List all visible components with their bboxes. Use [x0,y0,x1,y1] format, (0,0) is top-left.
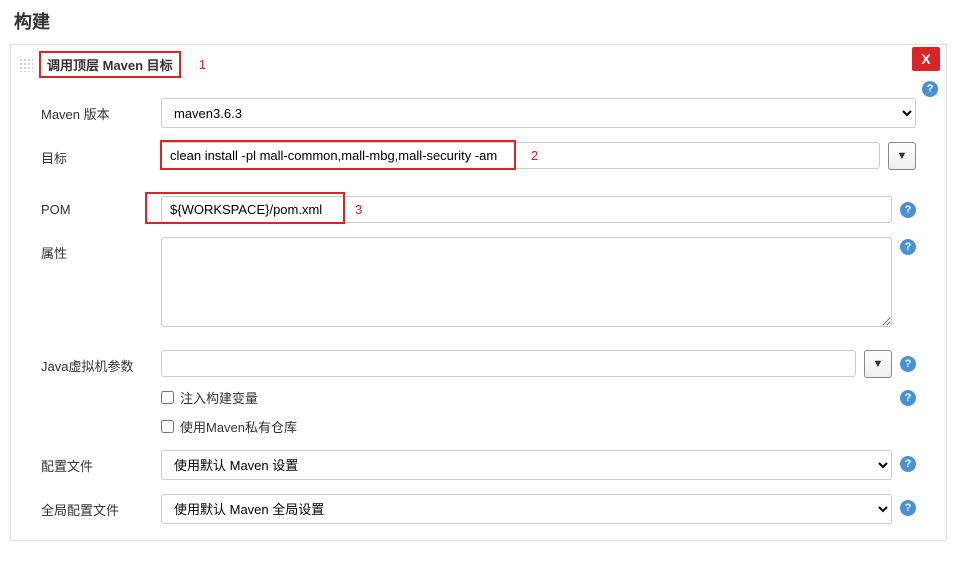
label-properties: 属性 [41,237,161,262]
label-jvm: Java虚拟机参数 [41,350,161,375]
help-icon[interactable]: ? [900,390,916,406]
chevron-down-icon: ▼ [897,150,908,162]
label-global-settings: 全局配置文件 [41,494,161,519]
label-goals: 目标 [41,142,161,167]
drag-handle-icon[interactable] [19,58,33,72]
annotation-3: 3 [355,202,362,217]
row-inject: 注入构建变量 ? [161,388,916,407]
help-icon[interactable]: ? [900,500,916,516]
jvm-input[interactable] [161,350,856,377]
label-maven-version: Maven 版本 [41,98,161,123]
row-jvm: Java虚拟机参数 ▼ ? [41,350,916,378]
help-icon[interactable]: ? [900,239,916,255]
build-step-section: 调用顶层 Maven 目标 1 X ? Maven 版本 maven3.6.3 … [10,44,947,541]
label-inject: 注入构建变量 [180,388,258,407]
label-settings: 配置文件 [41,450,161,475]
help-icon[interactable]: ? [900,456,916,472]
goals-input[interactable] [161,142,880,169]
section-title: 调用顶层 Maven 目标 [39,51,181,78]
page-title: 构建 [0,0,957,44]
help-icon[interactable]: ? [900,356,916,372]
pom-input[interactable] [161,196,892,223]
global-settings-select[interactable]: 使用默认 Maven 全局设置 [161,494,892,524]
annotation-2: 2 [531,148,538,163]
row-settings: 配置文件 使用默认 Maven 设置 ? [41,450,916,480]
row-goals: 目标 2 ▼ [41,142,916,170]
annotation-1: 1 [199,57,206,72]
help-icon[interactable]: ? [922,81,938,97]
row-properties: 属性 ? [41,237,916,330]
inject-checkbox[interactable] [161,391,174,404]
row-pom: POM 3 ? [41,196,916,223]
advanced-toggle-button[interactable]: ▼ [864,350,892,378]
close-button[interactable]: X [912,47,940,71]
advanced-toggle-button[interactable]: ▼ [888,142,916,170]
private-repo-checkbox[interactable] [161,420,174,433]
row-private-repo: 使用Maven私有仓库 [161,417,916,436]
row-global-settings: 全局配置文件 使用默认 Maven 全局设置 ? [41,494,916,524]
section-header: 调用顶层 Maven 目标 1 X [11,45,946,84]
chevron-down-icon: ▼ [873,358,884,370]
label-pom: POM [41,196,161,217]
properties-textarea[interactable] [161,237,892,327]
form-body: Maven 版本 maven3.6.3 目标 2 ▼ P [11,84,946,540]
row-maven-version: Maven 版本 maven3.6.3 [41,98,916,128]
maven-version-select[interactable]: maven3.6.3 [161,98,916,128]
label-private-repo: 使用Maven私有仓库 [180,417,297,436]
settings-select[interactable]: 使用默认 Maven 设置 [161,450,892,480]
help-icon[interactable]: ? [900,202,916,218]
